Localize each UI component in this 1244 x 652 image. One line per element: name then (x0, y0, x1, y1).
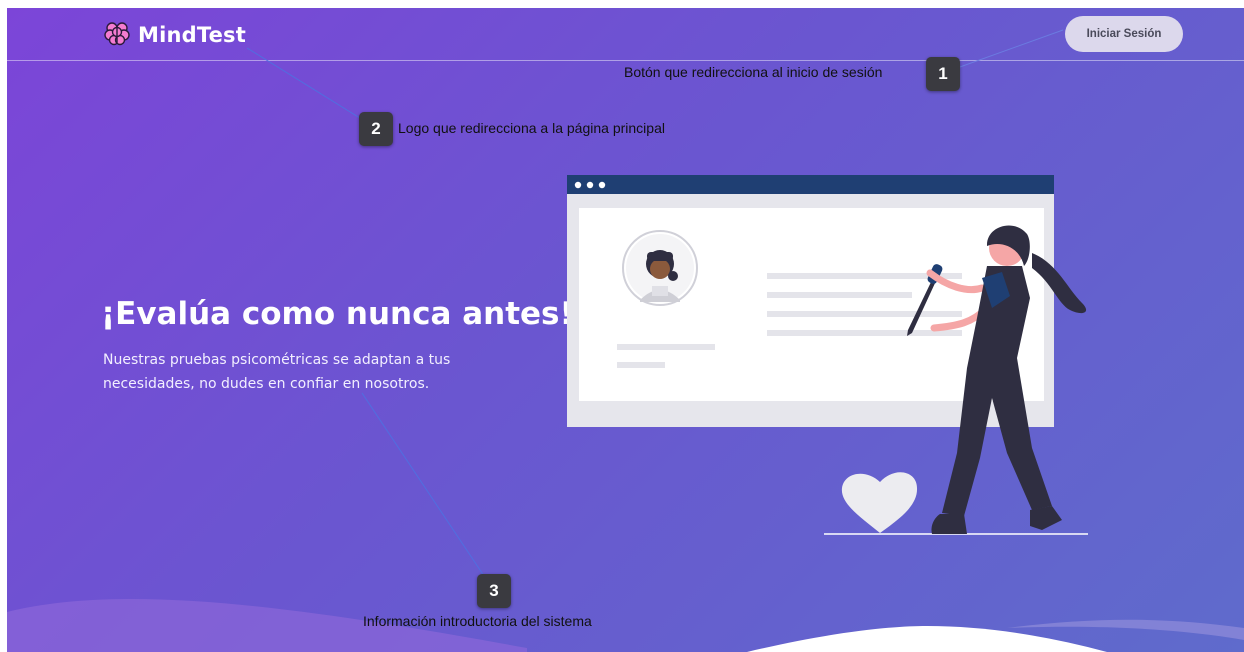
logo-link[interactable]: MindTest (104, 20, 246, 50)
hero-subtitle: Nuestras pruebas psicométricas se adapta… (103, 352, 451, 392)
brain-icon (104, 20, 130, 50)
navbar: MindTest Iniciar Sesión (7, 8, 1244, 61)
logo-text: MindTest (138, 23, 246, 47)
annotation-3-badge: 3 (477, 574, 511, 608)
heart-illustration (841, 472, 918, 533)
hero-title: ¡Evalúa como nunca antes! (101, 296, 574, 332)
login-button[interactable]: Iniciar Sesión (1065, 16, 1183, 52)
landing-page: MindTest Iniciar Sesión ¡Evalúa como nun… (7, 8, 1244, 652)
hero-illustration (567, 175, 1088, 535)
annotation-1-badge: 1 (926, 57, 960, 91)
bottom-wave-decoration (7, 598, 1244, 652)
annotation-1-text: Botón que redirecciona al inicio de sesi… (624, 64, 883, 80)
annotation-3-text: Información introductoria del sistema (363, 613, 592, 629)
annotation-2-badge: 2 (359, 112, 393, 146)
annotation-2-text: Logo que redirecciona a la página princi… (398, 120, 665, 136)
